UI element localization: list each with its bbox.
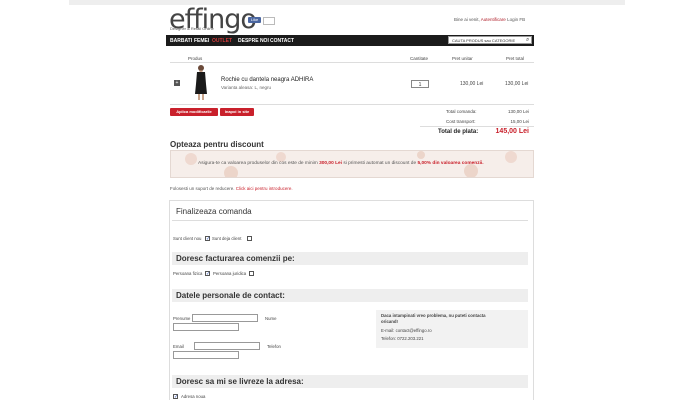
order-total-value: 130,00 Lei — [507, 109, 529, 114]
discount-text-a: Asigura-te ca valoarea produselor din co… — [198, 161, 320, 166]
email-label: Email — [173, 344, 184, 349]
voucher-line: Folosesti un suport de reducere. Click a… — [170, 186, 293, 191]
discount-text-b: si primesti automat un discount de — [342, 161, 418, 166]
checkout-divider — [172, 220, 528, 221]
column-header-pret-unitar: Pret unitar — [452, 56, 473, 61]
prenume-input[interactable] — [192, 314, 258, 322]
person-juridica-checkbox[interactable] — [249, 271, 254, 276]
welcome-bar: Bine ai venit, Autentificare Login FB — [454, 17, 525, 22]
table-divider — [170, 104, 534, 105]
voucher-text: Folosesti un suport de reducere. — [170, 186, 236, 191]
email-field[interactable] — [194, 342, 260, 350]
new-address-checkbox[interactable]: ✓ — [173, 394, 178, 400]
facebook-like-button[interactable]: Like — [248, 17, 261, 23]
shipping-value: 15,00 Lei — [510, 119, 529, 124]
column-header-pret-total: Pret total — [506, 56, 525, 61]
person-fizica-checkbox[interactable]: ✓ — [205, 271, 210, 277]
delivery-title: Doresc sa mi se livreze la adresa: — [176, 377, 304, 386]
top-strip — [69, 0, 625, 5]
nume-label: Nume — [265, 316, 277, 321]
nav-item-barbati[interactable]: BARBATI — [170, 38, 192, 44]
order-total-label: Total comanda: — [446, 109, 477, 114]
product-name[interactable]: Rochie cu dantela neagra ADHIRA — [221, 77, 313, 83]
existing-client-checkbox[interactable] — [247, 236, 252, 241]
help-heading: Daca intampinati vreo problema, nu putet… — [381, 313, 486, 324]
login-link[interactable]: Autentificare — [481, 17, 506, 22]
discount-percent: 5,00% din valoarea comenzii. — [417, 161, 484, 166]
table-divider — [170, 62, 534, 63]
telefon-label: Telefon — [267, 344, 281, 349]
existing-client-label: Sunt deja client — [212, 236, 242, 241]
shipping-label: Cost transport: — [446, 119, 476, 124]
checkout-title: Finalizeaza comanda — [176, 207, 252, 216]
new-client-label: Sunt client nou — [173, 236, 202, 241]
nav-item-outlet[interactable]: OUTLET — [212, 38, 232, 44]
person-fizica-label: Persoana fizica — [173, 271, 203, 276]
discount-amount: 300,00 Lei — [319, 161, 342, 166]
billing-title: Doresc facturarea comenzii pe: — [176, 254, 295, 263]
product-thumbnail[interactable] — [192, 64, 210, 101]
logo-tagline: Designer & Retail Online — [170, 26, 214, 31]
total-price: 130,00 Lei — [505, 81, 529, 87]
column-header-cantitate: Cantitate — [410, 56, 429, 61]
prenume-label: Prenume — [173, 316, 191, 321]
person-juridica-label: Persoana juridica — [213, 271, 247, 276]
login-facebook-link[interactable]: Login FB — [507, 17, 525, 22]
help-email[interactable]: E-mail: contact@effingo.ro — [381, 328, 432, 333]
column-header-produs: Produs — [188, 56, 203, 61]
discount-text: Asigura-te ca valoarea produselor din co… — [198, 161, 484, 166]
search-icon[interactable]: ⌕ — [526, 36, 529, 44]
help-phone: Telefon: 0722.203.221 — [381, 336, 424, 341]
search-input[interactable]: CAUTA PRODUS sau CATEGORIE — [448, 36, 532, 44]
quantity-input[interactable]: 1 — [411, 80, 429, 88]
voucher-link[interactable]: Click aici pentru introducere. — [236, 186, 293, 191]
totals-divider — [420, 126, 534, 127]
new-address-label: Adresa noua — [181, 394, 206, 399]
personal-title: Datele personale de contact: — [176, 291, 285, 300]
nav-item-femei[interactable]: FEMEI — [194, 38, 209, 44]
discount-title: Opteaza pentru discount — [170, 140, 264, 149]
nav-item-despre-noi[interactable]: DESPRE NOI — [238, 38, 269, 44]
apply-changes-button[interactable]: Aplica modificarile — [170, 108, 218, 116]
total-to-pay-value: 145,00 Lei — [495, 128, 529, 135]
prenume-input-extra[interactable] — [173, 323, 239, 331]
expand-icon[interactable]: + — [174, 80, 180, 86]
back-to-site-button[interactable]: Inapoi in site — [220, 108, 254, 116]
product-variant: Varianta aleasa: L, negru — [221, 85, 271, 90]
welcome-text: Bine ai venit, — [454, 17, 480, 22]
new-client-checkbox[interactable]: ✓ — [205, 236, 210, 242]
facebook-like-count — [263, 17, 275, 25]
email-field-extra[interactable] — [173, 351, 239, 359]
unit-price: 130,00 Lei — [460, 81, 484, 87]
nav-item-contact[interactable]: CONTACT — [270, 38, 294, 44]
total-to-pay-label: Total de plata: — [438, 129, 479, 135]
